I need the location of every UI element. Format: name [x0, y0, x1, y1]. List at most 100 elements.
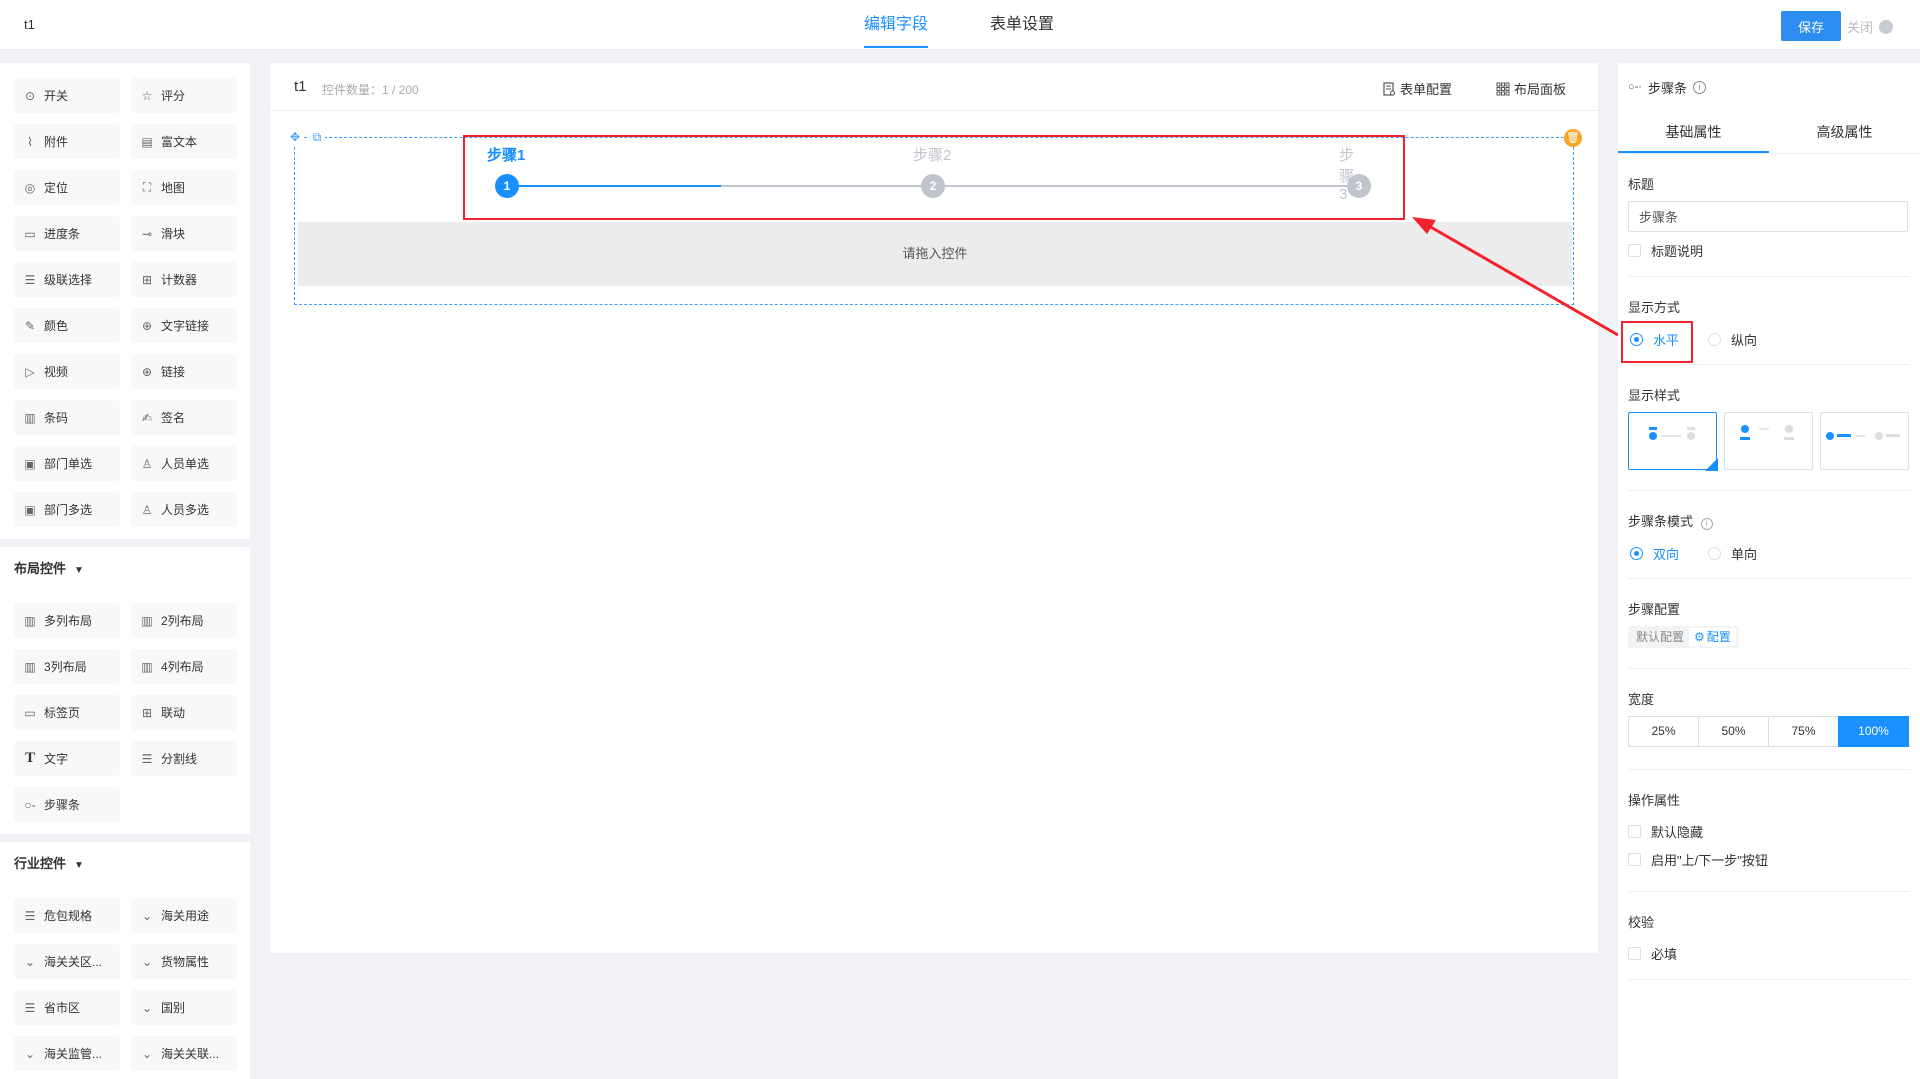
- component-basic-4[interactable]: ◎ 定位: [14, 170, 120, 205]
- component-label: 人员多选: [161, 503, 210, 517]
- display-mode-vertical[interactable]: 纵向: [1708, 330, 1757, 349]
- component-basic-0[interactable]: ⊙ 开关: [14, 78, 120, 113]
- component-basic-9[interactable]: ⊞ 计数器: [131, 262, 237, 297]
- width-100[interactable]: 100%: [1838, 716, 1909, 747]
- width-25[interactable]: 25%: [1628, 716, 1699, 747]
- default-hidden-option[interactable]: 默认隐藏: [1628, 817, 1910, 845]
- chevron-down-icon: ⌄: [141, 1046, 153, 1061]
- layout-panel-button[interactable]: 布局面板: [1496, 79, 1566, 98]
- style-option-1[interactable]: [1628, 412, 1718, 471]
- radio-unidirectional[interactable]: [1708, 546, 1721, 560]
- form-config-label: 表单配置: [1400, 82, 1453, 97]
- component-basic-8[interactable]: ☰ 级联选择: [14, 262, 120, 297]
- component-industry-4[interactable]: ☰ 省市区: [14, 990, 120, 1025]
- linkage-icon: ⊞: [141, 705, 153, 720]
- tab-basic-properties[interactable]: 基础属性: [1618, 111, 1769, 153]
- style-option-2[interactable]: [1724, 412, 1813, 470]
- component-industry-5[interactable]: ⌄ 国别: [131, 990, 237, 1025]
- required-label: 必填: [1651, 946, 1678, 962]
- component-industry-0[interactable]: ☰ 危包规格: [14, 898, 120, 933]
- component-basic-3[interactable]: ▤ 富文本: [131, 124, 237, 159]
- width-75[interactable]: 75%: [1768, 716, 1839, 747]
- required-checkbox[interactable]: [1628, 946, 1641, 960]
- unidirectional-label: 单向: [1731, 546, 1758, 562]
- tab-form-settings[interactable]: 表单设置: [990, 0, 1054, 50]
- component-basic-14[interactable]: ▥ 条码: [14, 400, 120, 435]
- default-config-option[interactable]: 默认配置: [1631, 628, 1689, 646]
- component-basic-6[interactable]: ▭ 进度条: [14, 216, 120, 251]
- component-layout-0[interactable]: ▥ 多列布局: [14, 603, 120, 638]
- form-config-button[interactable]: 表单配置: [1382, 79, 1452, 98]
- component-basic-19[interactable]: ♙ 人员多选: [131, 492, 237, 527]
- component-industry-6[interactable]: ⌄ 海关监管...: [14, 1036, 120, 1071]
- enable-prev-next-checkbox[interactable]: [1628, 852, 1641, 866]
- component-basic-5[interactable]: ⛶ 地图: [131, 170, 237, 205]
- component-label: 2列布局: [161, 614, 204, 628]
- component-industry-7[interactable]: ⌄ 海关关联...: [131, 1036, 237, 1071]
- component-basic-1[interactable]: ☆ 评分: [131, 78, 237, 113]
- component-label: 颜色: [44, 319, 69, 333]
- component-basic-15[interactable]: ✍ 签名: [131, 400, 237, 435]
- component-basic-13[interactable]: ⊕ 链接: [131, 354, 237, 389]
- save-button[interactable]: 保存: [1781, 11, 1841, 41]
- style-option-3[interactable]: [1820, 412, 1909, 470]
- component-layout-5[interactable]: ⊞ 联动: [131, 695, 237, 730]
- columns-icon: ▥: [141, 659, 153, 674]
- component-basic-2[interactable]: ⌇ 附件: [14, 124, 120, 159]
- properties-header: ○-· 步骤条 i: [1618, 63, 1920, 111]
- move-icon[interactable]: ✥: [287, 129, 303, 145]
- step-mode-unidirectional[interactable]: 单向: [1708, 544, 1757, 563]
- width-label: 宽度: [1628, 692, 1655, 707]
- component-basic-7[interactable]: ⊸ 滑块: [131, 216, 237, 251]
- component-basic-17[interactable]: ♙ 人员单选: [131, 446, 237, 481]
- component-layout-2[interactable]: ▥ 3列布局: [14, 649, 120, 684]
- info-icon[interactable]: i: [1700, 518, 1713, 530]
- component-layout-8[interactable]: ○- 步骤条: [14, 787, 120, 822]
- divider: [1628, 276, 1910, 277]
- component-layout-4[interactable]: ▭ 标签页: [14, 695, 120, 730]
- title-input[interactable]: [1628, 201, 1908, 232]
- enable-prev-next-option[interactable]: 启用"上/下一步"按钮: [1628, 845, 1910, 873]
- component-basic-10[interactable]: ✎ 颜色: [14, 308, 120, 343]
- component-basic-12[interactable]: ▷ 视频: [14, 354, 120, 389]
- industry-components-header[interactable]: 行业控件 ▼: [0, 834, 250, 886]
- paperclip-icon: ⌇: [27, 134, 33, 149]
- tab-advanced-properties[interactable]: 高级属性: [1769, 111, 1920, 153]
- map-icon: ⛶: [142, 180, 152, 194]
- component-basic-11[interactable]: ⊕ 文字链接: [131, 308, 237, 343]
- component-industry-3[interactable]: ⌄ 货物属性: [131, 944, 237, 979]
- steps-icon: ○-·: [1628, 81, 1642, 93]
- layout-components-header[interactable]: 布局控件 ▼: [0, 539, 250, 591]
- radio-bidirectional[interactable]: [1630, 546, 1643, 560]
- component-label: 海关用途: [161, 909, 210, 923]
- component-basic-16[interactable]: ▣ 部门单选: [14, 446, 120, 481]
- step-mode-bidirectional[interactable]: 双向: [1628, 544, 1708, 563]
- style-preview-icon: [1649, 427, 1718, 471]
- caret-down-icon: ▼: [74, 860, 84, 871]
- copy-icon[interactable]: ⧉: [309, 129, 325, 145]
- delete-icon[interactable]: 🗑: [1564, 129, 1582, 147]
- tab-edit-fields[interactable]: 编辑字段: [864, 0, 929, 50]
- component-layout-3[interactable]: ▥ 4列布局: [131, 649, 237, 684]
- title-desc-option[interactable]: 标题说明: [1628, 236, 1910, 264]
- component-industry-1[interactable]: ⌄ 海关用途: [131, 898, 237, 933]
- component-basic-18[interactable]: ▣ 部门多选: [14, 492, 120, 527]
- title-desc-checkbox[interactable]: [1628, 243, 1641, 257]
- drop-area[interactable]: 请拖入控件: [298, 222, 1572, 286]
- component-layout-1[interactable]: ▥ 2列布局: [131, 603, 237, 638]
- list-icon: ☰: [24, 908, 36, 923]
- steps-icon: ○-: [24, 797, 36, 812]
- info-icon[interactable]: i: [1693, 80, 1706, 94]
- component-label: 定位: [44, 181, 69, 195]
- default-hidden-checkbox[interactable]: [1628, 824, 1641, 838]
- component-layout-7[interactable]: ☰ 分割线: [131, 741, 237, 776]
- component-layout-6[interactable]: T 文字: [14, 741, 120, 776]
- counter-icon: ⊞: [141, 272, 153, 287]
- width-50[interactable]: 50%: [1698, 716, 1769, 747]
- custom-config-option[interactable]: ⚙ 配置: [1689, 628, 1736, 646]
- component-industry-2[interactable]: ⌄ 海关关区...: [14, 944, 120, 979]
- required-option[interactable]: 必填: [1628, 939, 1910, 967]
- close-button[interactable]: 关闭: [1847, 17, 1894, 36]
- radio-vertical[interactable]: [1708, 332, 1721, 346]
- component-label: 步骤条: [44, 798, 81, 812]
